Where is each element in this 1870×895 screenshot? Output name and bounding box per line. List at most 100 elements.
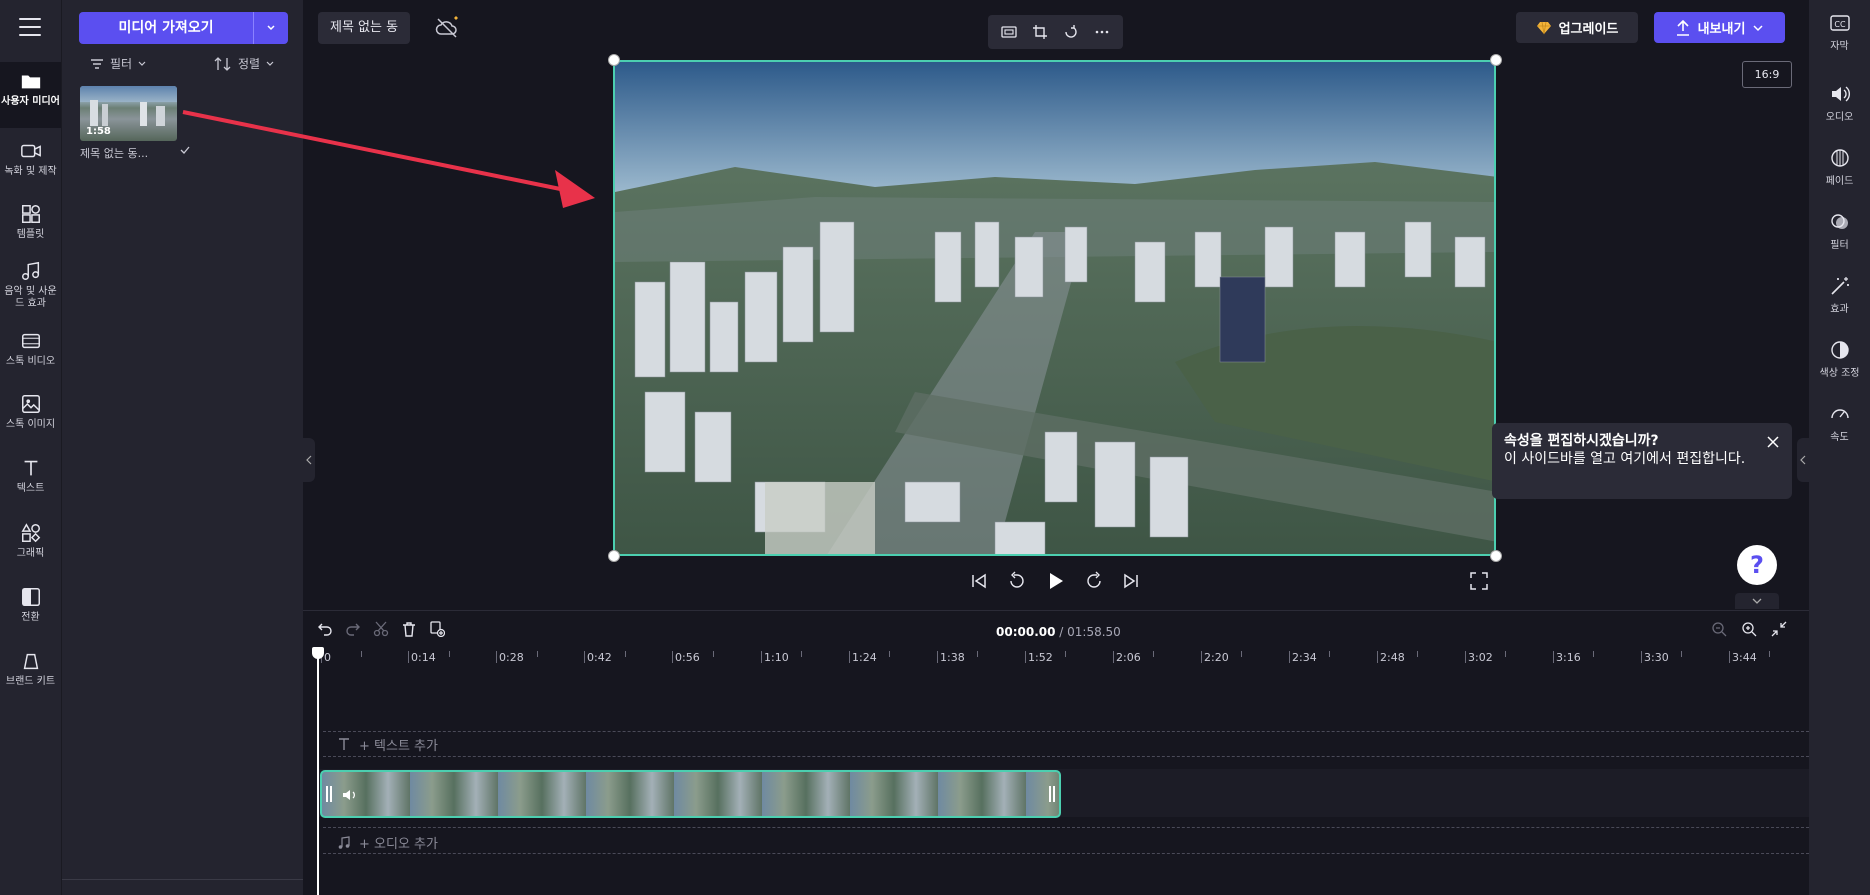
image-icon (21, 395, 40, 413)
brand-kit-icon (23, 653, 38, 670)
audio-track[interactable]: + 오디오 추가 (323, 827, 1809, 854)
import-dropdown-chevron-icon[interactable] (254, 12, 288, 44)
sidebar-item-label: 자막 (1830, 41, 1849, 52)
zoom-in-icon[interactable] (1741, 621, 1757, 637)
sort-dropdown[interactable]: 정렬 (214, 55, 274, 72)
filter-dropdown[interactable]: 필터 (90, 55, 146, 72)
sidebar-item-captions[interactable]: CC 자막 (1809, 12, 1870, 52)
resize-handle-top-right[interactable] (1490, 54, 1502, 66)
nav-item-transitions[interactable]: 전환 (0, 586, 61, 624)
nav-item-label: 그래픽 (16, 548, 45, 559)
import-media-button[interactable]: 미디어 가져오기 (79, 12, 288, 44)
rotate-icon[interactable] (1063, 24, 1079, 40)
skip-to-end-icon[interactable] (1122, 572, 1140, 590)
undo-icon[interactable] (317, 621, 333, 637)
nav-item-stock-images[interactable]: 스톡 이미지 (0, 393, 61, 431)
nav-item-templates[interactable]: 템플릿 (0, 203, 61, 241)
ruler-tick: 2:20 (1201, 651, 1229, 664)
fit-icon[interactable] (1001, 24, 1018, 40)
media-item-name: 제목 없는 동... (80, 147, 149, 160)
duplicate-icon[interactable] (429, 621, 445, 637)
fit-timeline-icon[interactable] (1771, 621, 1787, 637)
play-icon[interactable] (1045, 571, 1065, 591)
sidebar-item-effects[interactable]: 효과 (1809, 275, 1870, 315)
speedometer-icon (1830, 409, 1849, 419)
zoom-out-icon[interactable] (1711, 621, 1727, 637)
aspect-ratio-button[interactable]: 16:9 (1742, 61, 1792, 88)
properties-sidebar: CC 자막 오디오 페이드 필터 효과 색상 조정 속도 (1809, 0, 1870, 895)
shapes-icon (20, 523, 40, 543)
more-options-icon[interactable] (1094, 24, 1110, 40)
resize-handle-bottom-right[interactable] (1490, 550, 1502, 562)
media-thumbnail[interactable]: 1:58 (80, 86, 177, 141)
filter-label: 필터 (110, 57, 133, 71)
ruler-minor-tick (1505, 651, 1506, 657)
redo-icon[interactable] (345, 621, 361, 637)
nav-item-label: 템플릿 (16, 229, 45, 240)
media-item-caption: 제목 없는 동... (80, 145, 190, 161)
ruler-tick: 2:48 (1377, 651, 1405, 664)
sidebar-item-color-adjust[interactable]: 색상 조정 (1809, 339, 1870, 379)
video-clip[interactable] (320, 770, 1061, 818)
resize-handle-bottom-left[interactable] (608, 550, 620, 562)
project-title-field[interactable]: 제목 없는 동 (318, 12, 411, 44)
sort-arrows-icon (214, 56, 231, 71)
nav-item-music-sfx[interactable]: 음악 및 사운드 효과 (0, 260, 61, 310)
text-icon (24, 460, 37, 476)
ruler-minor-tick (625, 651, 626, 657)
ruler-minor-tick (1769, 651, 1770, 657)
speaker-icon[interactable] (342, 787, 358, 803)
playhead[interactable] (312, 647, 324, 895)
nav-item-graphics[interactable]: 그래픽 (0, 522, 61, 560)
fullscreen-icon[interactable] (1470, 572, 1488, 590)
clip-trim-handle-left[interactable] (326, 786, 332, 802)
video-camera-icon (20, 144, 41, 158)
crop-icon[interactable] (1032, 24, 1048, 40)
nav-item-record-create[interactable]: 녹화 및 제작 (0, 140, 61, 178)
cloud-offline-icon[interactable] (434, 15, 460, 41)
nav-item-stock-video[interactable]: 스톡 비디오 (0, 330, 61, 368)
panel-divider (62, 879, 304, 880)
text-track[interactable]: + 텍스트 추가 (323, 731, 1809, 757)
ruler-tick: 3:30 (1641, 651, 1669, 664)
ruler-minor-tick (1681, 651, 1682, 657)
sidebar-item-audio[interactable]: 오디오 (1809, 83, 1870, 123)
music-note-icon (21, 261, 39, 280)
trash-icon[interactable] (401, 621, 417, 637)
cc-icon: CC (1829, 15, 1850, 31)
sidebar-item-filters[interactable]: 필터 (1809, 211, 1870, 251)
help-button[interactable]: ? (1737, 545, 1777, 585)
video-preview[interactable] (613, 60, 1496, 556)
upload-icon (1676, 19, 1689, 36)
audio-track-label: + 오디오 추가 (337, 833, 438, 852)
expand-properties-handle[interactable] (1797, 438, 1809, 482)
ruler-minor-tick (889, 651, 890, 657)
export-button[interactable]: 내보내기 (1654, 12, 1785, 43)
timeline: 00:00.00 / 01:58.50 0 0:14 0:28 0:42 0:5… (303, 610, 1809, 895)
sidebar-item-speed[interactable]: 속도 (1809, 403, 1870, 443)
scissors-icon[interactable] (373, 621, 389, 637)
chevron-down-icon (1752, 598, 1762, 604)
collapse-media-panel-handle[interactable] (303, 438, 315, 482)
collapse-timeline-button[interactable] (1735, 593, 1779, 609)
sidebar-item-fade[interactable]: 페이드 (1809, 147, 1870, 187)
ruler-minor-tick (713, 651, 714, 657)
nav-item-your-media[interactable]: 사용자 미디어 (0, 62, 61, 128)
import-media-label[interactable]: 미디어 가져오기 (79, 12, 254, 44)
nav-item-brand-kit[interactable]: 브랜드 키트 (0, 650, 61, 688)
hamburger-menu-icon[interactable] (19, 18, 41, 36)
contrast-icon (1830, 341, 1849, 359)
preview-toolbar (988, 15, 1123, 49)
rewind-5-icon[interactable] (1007, 571, 1027, 591)
resize-handle-top-left[interactable] (608, 54, 620, 66)
time-ruler[interactable]: 0 0:14 0:28 0:42 0:56 1:10 1:24 1:38 1:5… (303, 651, 1809, 673)
close-icon[interactable] (1766, 435, 1780, 449)
export-label: 내보내기 (1697, 22, 1746, 37)
skip-to-start-icon[interactable] (970, 572, 988, 590)
nav-item-text[interactable]: 텍스트 (0, 457, 61, 495)
chevron-left-icon (306, 455, 312, 465)
ruler-tick: 2:06 (1113, 651, 1141, 664)
forward-5-icon[interactable] (1084, 571, 1104, 591)
clip-trim-handle-right[interactable] (1049, 786, 1055, 802)
upgrade-button[interactable]: 업그레이드 (1516, 12, 1638, 43)
